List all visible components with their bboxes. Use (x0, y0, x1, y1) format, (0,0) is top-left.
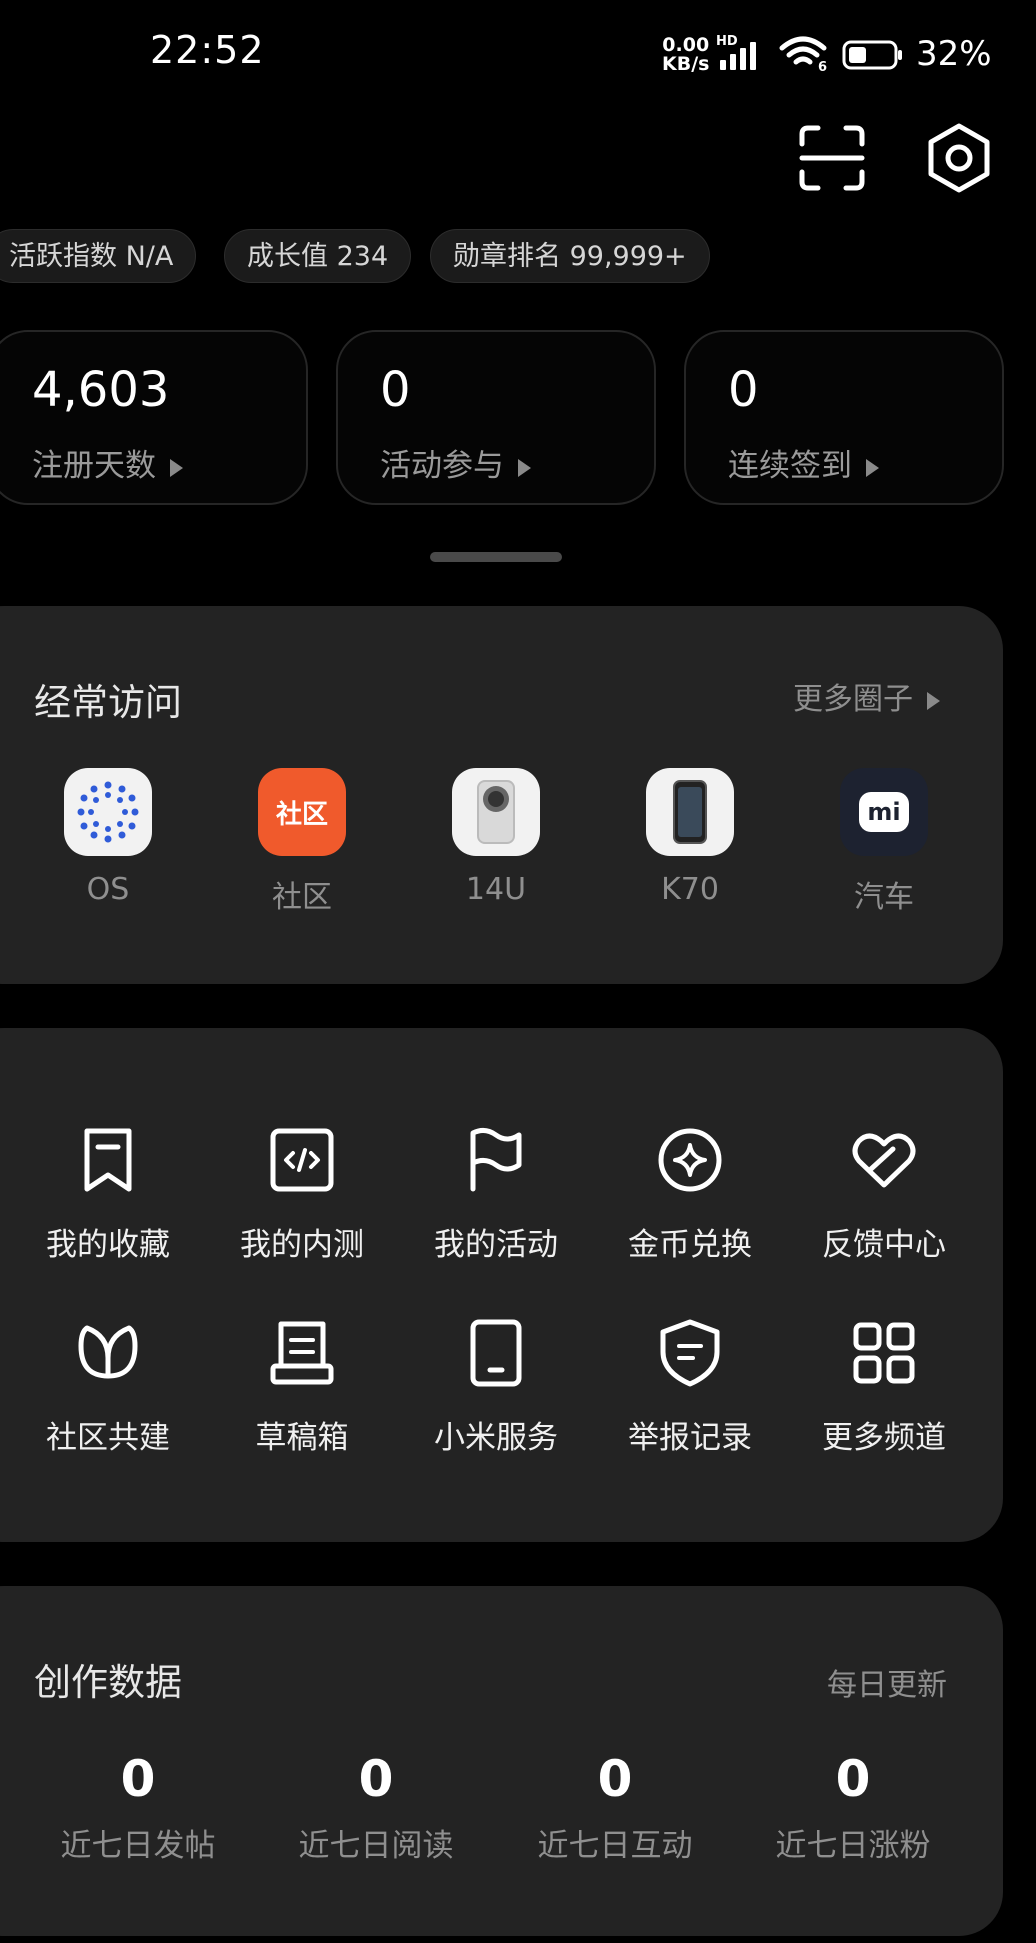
stat-label: 活动参与 (380, 440, 531, 485)
signal-icon (720, 42, 756, 70)
tool-feedback-center[interactable]: 反馈中心 (809, 1125, 959, 1264)
tool-label: 举报记录 (628, 1420, 752, 1456)
metric-value: 0 (358, 1750, 394, 1808)
phone-k70-icon (646, 768, 734, 856)
metric-weekly-posts[interactable]: 0 近七日发帖 (38, 1750, 238, 1865)
play-arrow-icon (927, 691, 940, 710)
sparkle-icon (658, 1128, 722, 1192)
tool-label: 金币兑换 (628, 1227, 752, 1263)
app-community[interactable]: 社区 社区 (237, 768, 367, 916)
app-label: OS (86, 872, 130, 907)
stat-value: 0 (380, 362, 411, 418)
tool-label: 我的收藏 (46, 1227, 170, 1263)
tool-label: 社区共建 (46, 1420, 170, 1456)
battery-icon (842, 40, 902, 70)
tool-report-records[interactable]: 举报记录 (615, 1318, 765, 1457)
metric-value: 0 (597, 1750, 633, 1808)
tool-community-build[interactable]: 社区共建 (33, 1318, 183, 1457)
badge-growth-value[interactable]: 成长值 234 (224, 229, 412, 283)
app-k70[interactable]: K70 (625, 768, 755, 907)
stat-card-registered-days[interactable]: 4,603 注册天数 (0, 330, 308, 505)
heart-icon (852, 1133, 916, 1188)
app-car[interactable]: mi 汽车 (819, 768, 949, 916)
more-circles-link[interactable]: 更多圈子 (793, 674, 940, 718)
network-speed: 0.00 KB/s (662, 36, 709, 74)
tool-label: 小米服务 (434, 1420, 558, 1456)
stat-label: 连续签到 (728, 440, 879, 485)
tool-my-activities[interactable]: 我的活动 (421, 1125, 571, 1264)
app-label: K70 (661, 872, 719, 907)
metric-weekly-followers[interactable]: 0 近七日涨粉 (753, 1750, 953, 1865)
wifi-tag: 6 (818, 60, 827, 72)
tool-label: 我的活动 (434, 1227, 558, 1263)
network-speed-unit: KB/s (662, 53, 710, 75)
scan-icon[interactable] (798, 124, 866, 192)
app-os[interactable]: OS (43, 768, 173, 907)
tablet-icon (470, 1319, 522, 1387)
shield-icon (660, 1319, 720, 1387)
stat-label: 注册天数 (32, 440, 183, 485)
status-time: 22:52 (150, 28, 265, 72)
os-dots-icon (64, 768, 152, 856)
wifi-icon: 6 (779, 36, 827, 72)
app-label: 汽车 (854, 880, 914, 915)
metric-value: 0 (835, 1750, 871, 1808)
metric-weekly-reads[interactable]: 0 近七日阅读 (276, 1750, 476, 1865)
tool-label: 我的内测 (240, 1227, 364, 1263)
metric-label: 近七日互动 (537, 1828, 693, 1864)
frequent-visits-title: 经常访问 (34, 681, 182, 724)
metric-label: 近七日涨粉 (775, 1828, 931, 1864)
tool-coin-exchange[interactable]: 金币兑换 (615, 1125, 765, 1264)
stat-card-checkin-streak[interactable]: 0 连续签到 (684, 330, 1004, 505)
grid-icon (853, 1322, 915, 1384)
drag-handle[interactable] (430, 552, 562, 562)
metric-value: 0 (120, 1750, 156, 1808)
tool-label: 反馈中心 (822, 1227, 946, 1263)
code-icon (270, 1128, 334, 1192)
play-arrow-icon (170, 458, 183, 477)
creation-data-title: 创作数据 (34, 1661, 182, 1704)
mi-logo-icon: mi (840, 768, 928, 856)
app-14u[interactable]: 14U (431, 768, 561, 907)
battery-percent: 32% (916, 34, 992, 74)
tool-xiaomi-service[interactable]: 小米服务 (421, 1318, 571, 1457)
metric-label: 近七日阅读 (298, 1828, 454, 1864)
phone-14u-icon (452, 768, 540, 856)
stat-card-activity-participation[interactable]: 0 活动参与 (336, 330, 656, 505)
play-arrow-icon (866, 458, 879, 477)
stat-value: 4,603 (32, 362, 170, 418)
tools-panel (0, 1028, 1003, 1542)
community-icon: 社区 (258, 768, 346, 856)
flag-icon (470, 1127, 522, 1192)
tool-my-beta[interactable]: 我的内测 (227, 1125, 377, 1264)
tool-drafts[interactable]: 草稿箱 (227, 1318, 377, 1457)
tool-more-channels[interactable]: 更多频道 (809, 1318, 959, 1457)
daily-update-label: 每日更新 (827, 1668, 947, 1703)
app-label: 社区 (272, 880, 332, 915)
settings-gear-icon[interactable] (924, 122, 994, 194)
tool-label: 草稿箱 (255, 1420, 349, 1456)
play-arrow-icon (518, 458, 531, 477)
tool-label: 更多频道 (822, 1420, 946, 1456)
tool-my-favorites[interactable]: 我的收藏 (33, 1125, 183, 1264)
badge-activity-index[interactable]: 活跃指数 N/A (0, 229, 197, 283)
bookmark-icon (84, 1128, 132, 1192)
app-label: 14U (465, 872, 527, 907)
metric-label: 近七日发帖 (60, 1828, 216, 1864)
leaf-icon (78, 1325, 138, 1379)
metric-weekly-interactions[interactable]: 0 近七日互动 (515, 1750, 715, 1865)
draft-icon (270, 1321, 334, 1385)
stat-value: 0 (728, 362, 759, 418)
badge-medal-rank[interactable]: 勋章排名 99,999+ (430, 229, 710, 283)
